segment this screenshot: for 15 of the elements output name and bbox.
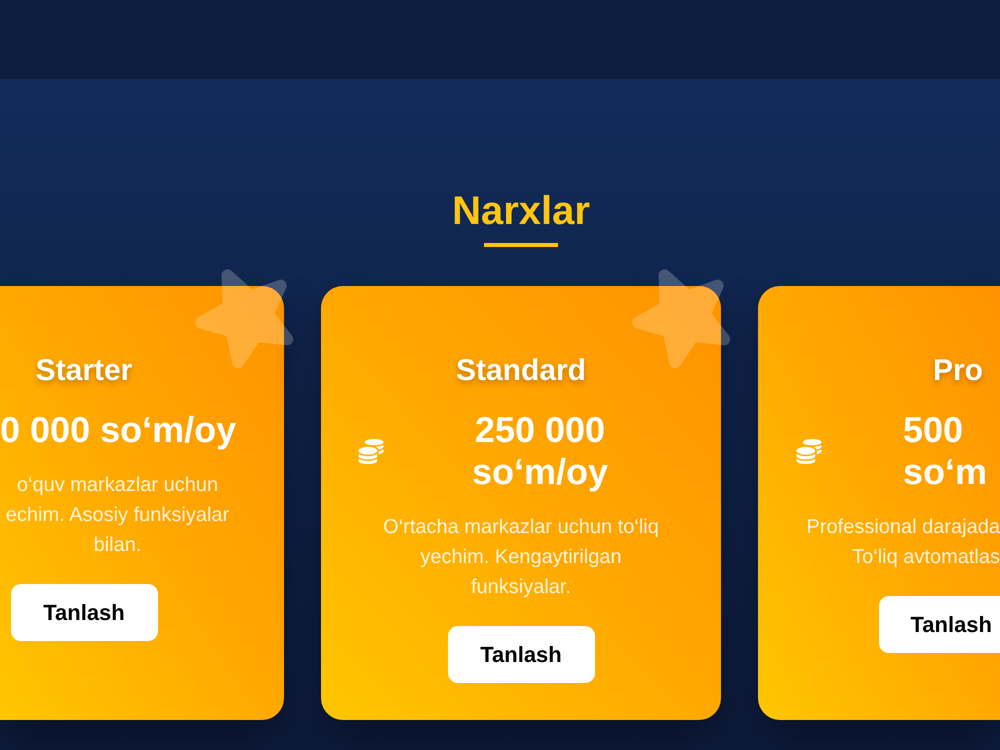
plan-price: 0 000 so‘m/oy	[0, 409, 238, 451]
section-title: Narxlar	[452, 188, 590, 235]
plan-description: Professional darajada To‘liq avtomatlas	[806, 515, 1000, 570]
plan-name: Standard	[456, 353, 586, 389]
plan-price: 250 000 so‘m/oy	[470, 409, 610, 493]
coins-icon	[357, 438, 385, 464]
select-button[interactable]: Tanlash	[10, 584, 158, 641]
select-button[interactable]: Tanlash	[448, 626, 594, 683]
plan-name: Pro	[932, 353, 983, 389]
plan-description: o‘quv markazlar uchun echim. Asosiy funksiyalar bilan.	[4, 473, 230, 558]
select-button[interactable]: Tanlash	[879, 596, 1000, 653]
plan-name: Starter	[36, 353, 132, 389]
plan-description: O‘rtacha markazlar uchun to‘liq yechim. Kengaytirilgan funksiyalar.	[382, 515, 660, 600]
coins-icon	[795, 438, 823, 464]
plan-price: 500 so‘m	[903, 409, 988, 493]
